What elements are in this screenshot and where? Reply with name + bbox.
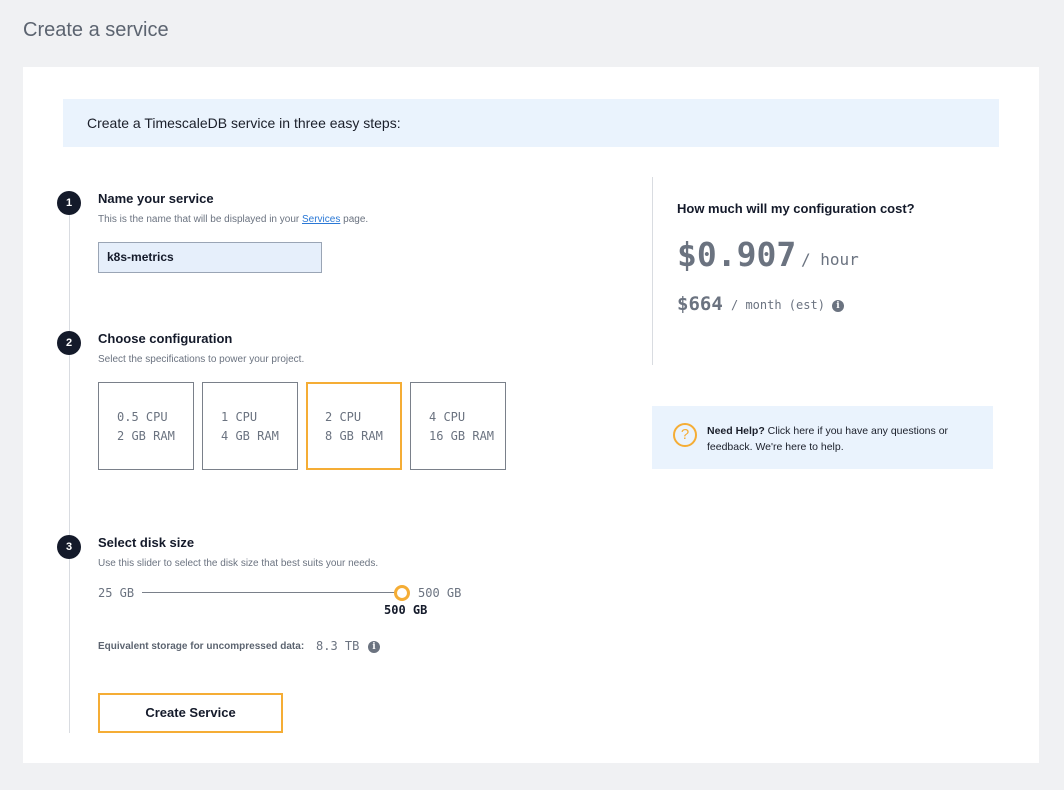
- slider-value-label: 500 GB: [384, 603, 428, 617]
- config-option-4-cpu[interactable]: 4 CPU 16 GB RAM: [410, 382, 506, 470]
- config-cpu: 2 CPU: [325, 410, 362, 424]
- cost-divider: [652, 177, 653, 365]
- monthly-unit: / month (est): [731, 298, 825, 312]
- config-ram: 2 GB RAM: [117, 429, 175, 443]
- step-1-badge: 1: [57, 191, 81, 215]
- step-1-desc-suffix: page.: [340, 214, 369, 225]
- config-ram: 16 GB RAM: [429, 429, 495, 443]
- cost-title: How much will my configuration cost?: [677, 201, 915, 216]
- help-box[interactable]: ? Need Help? Click here if you have any …: [652, 406, 993, 469]
- question-icon: ?: [673, 423, 697, 447]
- create-service-card: Create a TimescaleDB service in three ea…: [23, 67, 1039, 763]
- step-3-description: Use this slider to select the disk size …: [98, 558, 379, 569]
- config-cpu: 4 CPU: [429, 410, 466, 424]
- config-cpu: 0.5 CPU: [117, 410, 168, 424]
- info-icon[interactable]: i: [368, 641, 380, 653]
- config-option-2-cpu[interactable]: 2 CPU 8 GB RAM: [306, 382, 402, 470]
- equivalent-storage-value: 8.3 TB: [316, 639, 360, 653]
- config-option-1-cpu[interactable]: 1 CPU 4 GB RAM: [202, 382, 298, 470]
- monthly-cost: $664: [677, 293, 723, 315]
- step-3-badge: 3: [57, 535, 81, 559]
- config-ram: 8 GB RAM: [325, 429, 383, 443]
- hourly-unit: / hour: [801, 250, 859, 269]
- step-2-badge: 2: [57, 331, 81, 355]
- step-2-title: Choose configuration: [98, 331, 233, 346]
- page-title: Create a service: [23, 19, 169, 41]
- step-3-title: Select disk size: [98, 535, 195, 550]
- service-name-input[interactable]: k8s-metrics: [98, 242, 322, 273]
- steps-timeline: [69, 203, 70, 733]
- equivalent-storage-label: Equivalent storage for uncompressed data…: [98, 641, 305, 652]
- step-2-description: Select the specifications to power your …: [98, 354, 305, 365]
- disk-size-slider-track[interactable]: [142, 592, 402, 593]
- info-icon[interactable]: i: [832, 300, 844, 312]
- help-title: Need Help?: [707, 425, 765, 437]
- disk-size-slider-handle[interactable]: [394, 585, 410, 601]
- step-1-description: This is the name that will be displayed …: [98, 214, 368, 225]
- help-text: Need Help? Click here if you have any qu…: [707, 423, 977, 455]
- config-ram: 4 GB RAM: [221, 429, 279, 443]
- config-option-0-5-cpu[interactable]: 0.5 CPU 2 GB RAM: [98, 382, 194, 470]
- slider-min-label: 25 GB: [98, 586, 135, 600]
- services-link[interactable]: Services: [302, 214, 340, 225]
- step-1-title: Name your service: [98, 191, 214, 206]
- slider-max-label: 500 GB: [418, 586, 462, 600]
- create-service-button[interactable]: Create Service: [98, 693, 283, 733]
- config-cpu: 1 CPU: [221, 410, 258, 424]
- intro-banner: Create a TimescaleDB service in three ea…: [63, 99, 999, 147]
- hourly-cost: $0.907: [677, 235, 797, 274]
- step-1-desc-text: This is the name that will be displayed …: [98, 214, 302, 225]
